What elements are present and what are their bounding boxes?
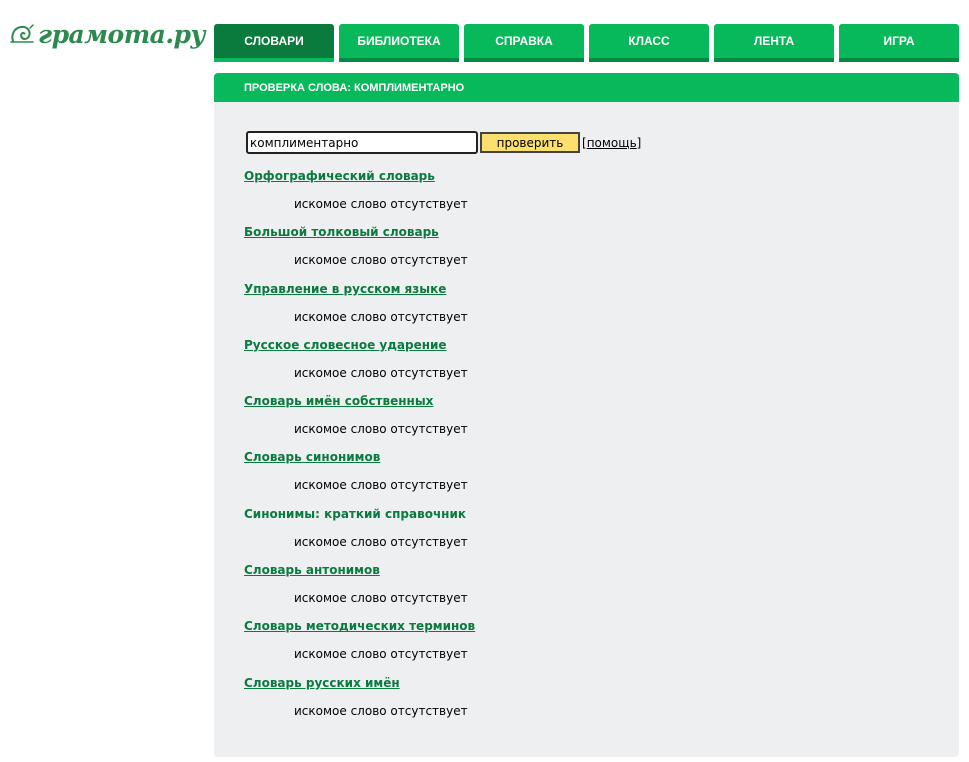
dictionary-result: искомое слово отсутствует bbox=[294, 197, 468, 211]
dictionary-result: искомое слово отсутствует bbox=[294, 253, 468, 268]
dictionary-link[interactable]: Словарь синонимов bbox=[244, 450, 380, 464]
dictionary-link[interactable]: Словарь русских имён bbox=[244, 676, 400, 690]
dictionary-result: искомое слово отсутствует bbox=[294, 591, 468, 606]
tab-biblioteka[interactable]: БИБЛИОТЕКА bbox=[339, 24, 459, 62]
dictionary-link[interactable]: Управление в русском языке bbox=[244, 282, 446, 296]
dictionary-result: искомое слово отсутствует bbox=[294, 478, 468, 493]
dictionary-result: искомое слово отсутствует bbox=[294, 647, 468, 662]
tab-lenta[interactable]: ЛЕНТА bbox=[714, 24, 834, 62]
dictionary-title: Синонимы: краткий справочник bbox=[244, 506, 467, 521]
dictionary-result: искомое слово отсутствует bbox=[294, 703, 468, 718]
dictionary-link[interactable]: Русское словесное ударение bbox=[244, 338, 447, 352]
search-input[interactable] bbox=[246, 131, 478, 154]
tab-slovari[interactable]: СЛОВАРИ bbox=[214, 24, 334, 62]
dictionary-link[interactable]: Большой толковый словарь bbox=[244, 225, 439, 239]
dictionary-link[interactable]: Словарь антонимов bbox=[244, 563, 380, 577]
dictionary-result: искомое слово отсутствует bbox=[294, 534, 468, 549]
tab-klass[interactable]: КЛАСС bbox=[589, 24, 709, 62]
page-title: ПРОВЕРКА СЛОВА: КОМПЛИМЕНТАРНО bbox=[214, 73, 959, 102]
dictionary-link[interactable]: Словарь методических терминов bbox=[244, 619, 475, 633]
search-form: проверить [помощь] bbox=[246, 131, 641, 154]
check-button[interactable]: проверить bbox=[480, 132, 580, 153]
help-link-wrapper: [помощь] bbox=[582, 136, 641, 150]
logo-text: грамота.ру bbox=[38, 19, 205, 49]
help-link[interactable]: помощь bbox=[587, 136, 637, 150]
help-bracket-close: ] bbox=[636, 135, 642, 150]
site-logo[interactable]: грамота.ру bbox=[10, 12, 205, 56]
tab-spravka[interactable]: СПРАВКА bbox=[464, 24, 584, 62]
tab-igra[interactable]: ИГРА bbox=[839, 24, 959, 62]
dictionary-result: искомое слово отсутствует bbox=[294, 309, 468, 324]
main-nav: СЛОВАРИ БИБЛИОТЕКА СПРАВКА КЛАСС ЛЕНТА И… bbox=[214, 24, 959, 62]
dictionary-link[interactable]: Словарь имён собственных bbox=[244, 394, 433, 408]
main-panel: ПРОВЕРКА СЛОВА: КОМПЛИМЕНТАРНО проверить… bbox=[214, 73, 959, 757]
dictionary-result: искомое слово отсутствует bbox=[294, 422, 468, 437]
snail-spiral-icon bbox=[10, 24, 34, 43]
dictionary-link[interactable]: Орфографический словарь bbox=[244, 169, 435, 183]
dictionary-result: искомое слово отсутствует bbox=[294, 365, 468, 380]
